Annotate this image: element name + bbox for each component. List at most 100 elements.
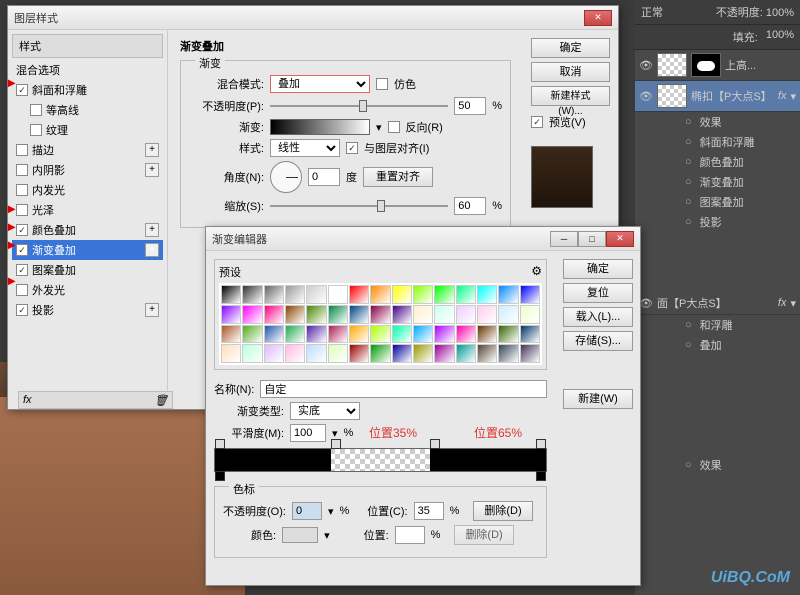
preset-swatch[interactable] [306,344,326,363]
preset-swatch[interactable] [328,285,348,304]
angle-dial[interactable] [270,161,302,193]
stop-location-input[interactable] [414,502,444,520]
preset-swatch[interactable] [434,305,454,324]
dither-checkbox[interactable] [376,78,388,90]
gear-icon[interactable]: ⚙ [531,264,542,280]
preset-swatch[interactable] [413,325,433,344]
preset-swatch[interactable] [221,285,241,304]
gradient-bar[interactable] [214,448,547,472]
preset-swatch[interactable] [306,285,326,304]
preset-swatch[interactable] [520,305,540,324]
plus-icon[interactable]: + [145,243,159,257]
preset-swatch[interactable] [242,285,262,304]
preset-swatch[interactable] [392,344,412,363]
preset-swatch[interactable] [413,285,433,304]
scale-input[interactable] [454,197,486,215]
preset-swatch[interactable] [328,305,348,324]
preset-swatch[interactable] [370,325,390,344]
color-swatch[interactable] [282,527,318,543]
style-checkbox[interactable] [30,124,42,136]
preset-swatch[interactable] [520,285,540,304]
preset-swatch[interactable] [456,305,476,324]
preset-swatch[interactable] [498,325,518,344]
delete-button[interactable]: 删除(D) [454,525,513,545]
chevron-down-icon[interactable]: ▾ [376,121,382,134]
ok-button[interactable]: 确定 [563,259,633,279]
preset-swatch[interactable] [477,325,497,344]
minimize-icon[interactable]: ─ [550,231,578,247]
layer-thumb[interactable] [657,53,687,77]
style-checkbox[interactable] [30,104,42,116]
visibility-icon[interactable]: 👁 [639,58,653,72]
preset-swatch[interactable] [349,344,369,363]
preset-swatch[interactable] [477,305,497,324]
color-stop[interactable] [536,471,546,481]
close-icon[interactable]: ✕ [584,10,612,26]
style-item-7[interactable]: 颜色叠加+ [12,220,163,240]
preset-swatch[interactable] [306,325,326,344]
fx-item[interactable]: 和浮雕 [635,315,800,335]
preset-swatch[interactable] [413,305,433,324]
preset-swatch[interactable] [349,305,369,324]
fx-toolbar[interactable]: fx 🗑 [18,391,173,409]
layer-row[interactable]: 👁 上高... [635,50,800,81]
styles-header[interactable]: 样式 [12,34,163,58]
style-item-9[interactable]: 图案叠加 [12,260,163,280]
layer-thumb[interactable] [657,84,687,108]
opacity-stop[interactable] [331,439,341,449]
close-icon[interactable]: ✕ [606,231,634,247]
visibility-icon[interactable]: 👁 [639,89,653,103]
preset-swatch[interactable] [456,285,476,304]
effects-header[interactable]: 效果 [635,112,800,132]
preset-swatch[interactable] [328,344,348,363]
preset-swatch[interactable] [392,285,412,304]
layer-mask[interactable] [691,53,721,77]
fx-item[interactable]: 叠加 [635,335,800,355]
fx-item[interactable]: 颜色叠加 [635,152,800,172]
preset-swatch[interactable] [242,325,262,344]
style-checkbox[interactable] [16,184,28,196]
align-checkbox[interactable] [346,142,358,154]
preset-swatch[interactable] [264,285,284,304]
preset-swatch[interactable] [221,344,241,363]
style-item-3[interactable]: 描边+ [12,140,163,160]
trash-icon[interactable]: 🗑 [154,394,168,407]
smoothness-input[interactable] [290,424,326,442]
preset-swatch[interactable] [242,305,262,324]
blend-mode-label[interactable]: 正常 [641,4,663,20]
reset-align-button[interactable]: 重置对齐 [363,167,433,187]
gradient-preview[interactable] [270,119,370,135]
opacity-slider[interactable] [270,98,448,114]
preset-swatch[interactable] [328,325,348,344]
preview-checkbox[interactable] [531,116,543,128]
preset-swatch[interactable] [221,325,241,344]
preset-swatch[interactable] [456,325,476,344]
preset-swatch[interactable] [392,305,412,324]
reverse-checkbox[interactable] [388,121,400,133]
preset-swatch[interactable] [370,305,390,324]
ok-button[interactable]: 确定 [531,38,610,58]
scale-slider[interactable] [270,198,448,214]
preset-swatch[interactable] [434,285,454,304]
style-checkbox[interactable] [16,84,28,96]
fx-item[interactable]: 投影 [635,212,800,232]
plus-icon[interactable]: + [145,143,159,157]
preset-swatch[interactable] [498,285,518,304]
preset-swatch[interactable] [477,344,497,363]
preset-swatch[interactable] [498,305,518,324]
preset-swatch[interactable] [370,344,390,363]
opacity-input[interactable] [454,97,486,115]
fx-item[interactable]: 渐变叠加 [635,172,800,192]
style-checkbox[interactable] [16,164,28,176]
style-checkbox[interactable] [16,244,28,256]
fx-item[interactable]: 斜面和浮雕 [635,132,800,152]
preset-swatch[interactable] [370,285,390,304]
chevron-down-icon[interactable]: ▾ [332,427,338,440]
preset-swatch[interactable] [264,325,284,344]
preset-swatch[interactable] [520,325,540,344]
reset-button[interactable]: 复位 [563,283,633,303]
color-location-input[interactable] [395,526,425,544]
delete-button[interactable]: 删除(D) [473,501,532,521]
titlebar[interactable]: 图层样式 ✕ [8,6,618,30]
preset-swatch[interactable] [477,285,497,304]
